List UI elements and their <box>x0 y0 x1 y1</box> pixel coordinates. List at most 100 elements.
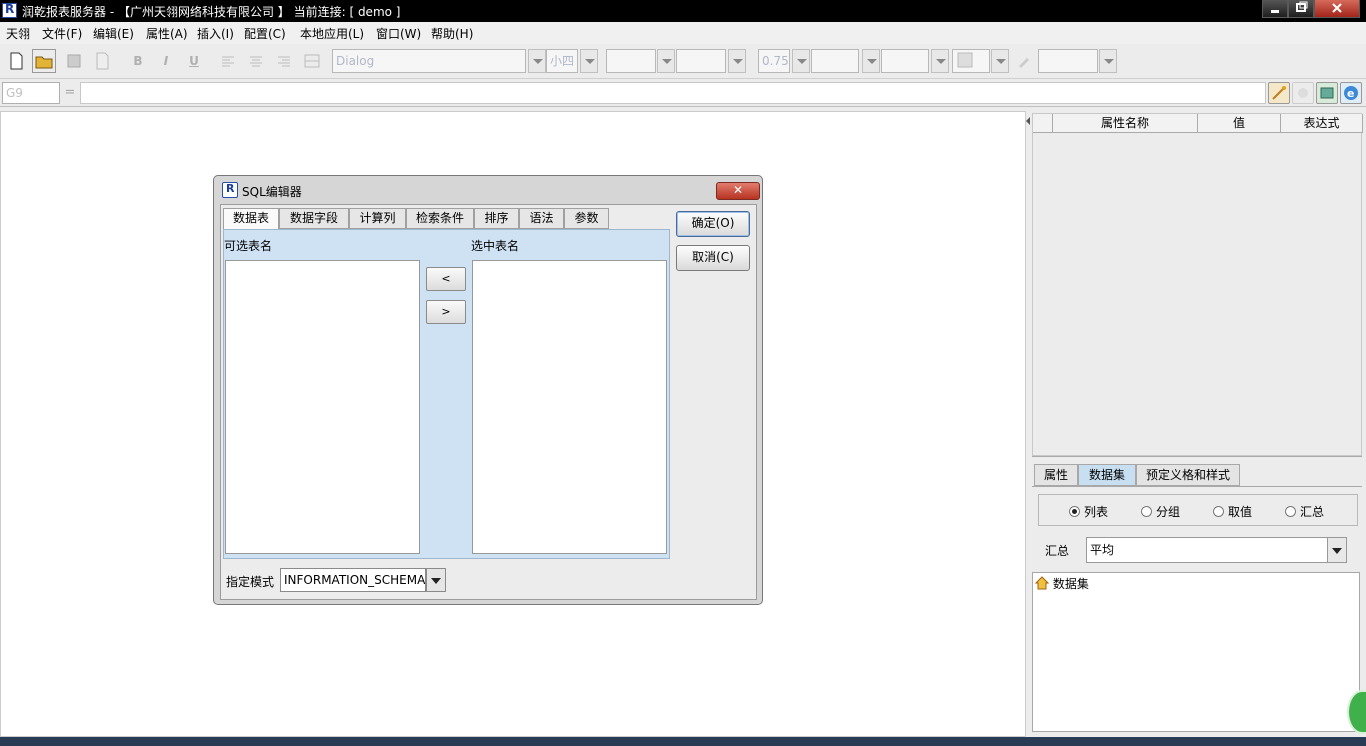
menu-file[interactable]: 文件(F) <box>42 25 82 42</box>
font-color-combo[interactable] <box>606 49 656 73</box>
move-left-button[interactable]: < <box>426 267 466 291</box>
close-button[interactable] <box>1314 0 1360 18</box>
tab-parameters[interactable]: 参数 <box>564 208 609 229</box>
menu-tianling[interactable]: 天翎 <box>6 25 30 42</box>
zoom-dropdown[interactable] <box>1099 49 1117 73</box>
menu-properties[interactable]: 属性(A) <box>146 25 188 42</box>
tools-icon <box>1298 88 1308 98</box>
tab-data-table[interactable]: 数据表 <box>223 208 279 230</box>
move-right-button[interactable]: > <box>426 300 466 324</box>
border-width-dropdown[interactable] <box>792 49 810 73</box>
tab-predefined-styles[interactable]: 预定义格和样式 <box>1136 464 1240 486</box>
align-right-button[interactable] <box>272 49 296 73</box>
menu-local-apps[interactable]: 本地应用(L) <box>300 25 364 42</box>
panel-splitter[interactable] <box>1032 456 1362 462</box>
maximize-button[interactable] <box>1288 0 1314 18</box>
dialog-body: 数据表 数据字段 计算列 检索条件 排序 语法 参数 可选表名 选中表名 < >… <box>220 204 757 600</box>
tab-divider <box>1032 486 1362 487</box>
border-style-combo[interactable] <box>811 49 859 73</box>
tab-search-conditions[interactable]: 检索条件 <box>406 208 474 229</box>
save-button[interactable] <box>62 49 86 73</box>
tab-syntax[interactable]: 语法 <box>519 208 564 229</box>
sql-editor-dialog: R SQL编辑器 ✕ 数据表 数据字段 计算列 检索条件 排序 语法 参数 可选… <box>213 175 763 605</box>
radio-summary[interactable]: 汇总 <box>1285 503 1324 520</box>
radio-dot-icon <box>1141 506 1152 517</box>
radio-list[interactable]: 列表 <box>1069 503 1108 520</box>
zoom-combo[interactable] <box>1038 49 1098 73</box>
bold-button[interactable]: B <box>126 49 150 73</box>
open-folder-icon <box>35 56 53 69</box>
radio-value-label: 取值 <box>1228 505 1253 519</box>
cancel-button[interactable]: 取消(C) <box>676 245 750 271</box>
selected-tables-list[interactable] <box>472 260 667 554</box>
menu-help[interactable]: 帮助(H) <box>431 25 473 42</box>
merge-cells-icon <box>304 54 320 68</box>
col-header-expression[interactable]: 表达式 <box>1281 114 1363 133</box>
back-color-combo[interactable] <box>676 49 726 73</box>
summary-dropdown[interactable] <box>1327 537 1347 563</box>
web-button[interactable]: e <box>1340 82 1362 104</box>
menu-insert[interactable]: 插入(I) <box>197 25 234 42</box>
tools-button[interactable] <box>1292 82 1314 104</box>
menu-config[interactable]: 配置(C) <box>244 25 286 42</box>
tab-properties[interactable]: 属性 <box>1034 464 1078 486</box>
dataset-type-group: 列表 分组 取值 汇总 <box>1038 494 1358 526</box>
schema-combo[interactable]: INFORMATION_SCHEMA <box>280 568 426 592</box>
menu-bar: 天翎 文件(F) 编辑(E) 属性(A) 插入(I) 配置(C) 本地应用(L)… <box>0 22 1366 44</box>
font-size-dropdown[interactable] <box>580 49 598 73</box>
border-style-dropdown[interactable] <box>862 49 880 73</box>
summary-combo[interactable]: 平均 <box>1086 537 1328 563</box>
border-type-combo[interactable] <box>952 49 990 73</box>
formula-equals-button[interactable]: = <box>63 83 77 103</box>
tab-sort[interactable]: 排序 <box>474 208 519 229</box>
minimize-button[interactable] <box>1262 0 1288 18</box>
dataset-tree: 数据集 <box>1032 572 1360 732</box>
dialog-title-bar[interactable]: R SQL编辑器 ✕ <box>220 180 760 202</box>
schema-dropdown[interactable] <box>426 568 446 592</box>
font-name-combo[interactable]: Dialog <box>332 49 526 73</box>
formula-input[interactable] <box>80 82 1266 104</box>
tree-root[interactable]: 数据集 <box>1034 575 1089 592</box>
border-color-combo[interactable] <box>881 49 929 73</box>
back-color-dropdown[interactable] <box>728 49 746 73</box>
italic-button[interactable]: I <box>154 49 178 73</box>
col-header-property-name[interactable]: 属性名称 <box>1053 114 1198 133</box>
wizard-button[interactable] <box>1268 82 1290 104</box>
radio-value[interactable]: 取值 <box>1213 503 1252 520</box>
new-file-button[interactable] <box>4 49 28 73</box>
menu-window[interactable]: 窗口(W) <box>376 25 421 42</box>
underline-button[interactable]: U <box>182 49 206 73</box>
tab-computed-columns[interactable]: 计算列 <box>349 208 406 229</box>
align-left-button[interactable] <box>216 49 240 73</box>
tab-dataset[interactable]: 数据集 <box>1078 464 1136 486</box>
plugin-icon <box>1320 87 1334 99</box>
col-header-value[interactable]: 值 <box>1198 114 1281 133</box>
font-color-dropdown[interactable] <box>657 49 675 73</box>
tab-data-fields[interactable]: 数据字段 <box>279 208 349 229</box>
border-width-combo[interactable]: 0.75 <box>758 49 790 73</box>
dialog-title: SQL编辑器 <box>242 185 302 199</box>
available-tables-list[interactable] <box>225 260 420 554</box>
format-painter-button[interactable] <box>1012 49 1036 73</box>
border-type-dropdown[interactable] <box>991 49 1009 73</box>
home-icon <box>1034 576 1050 590</box>
font-size-combo[interactable]: 小四 <box>546 49 578 73</box>
brush-icon <box>1019 58 1029 68</box>
preview-button[interactable] <box>90 49 114 73</box>
chevron-down-icon <box>1332 548 1342 554</box>
open-file-button[interactable] <box>32 49 56 73</box>
cell-reference-field[interactable]: G9 <box>2 82 60 104</box>
merge-cells-button[interactable] <box>300 49 324 73</box>
dialog-close-button[interactable]: ✕ <box>716 182 760 200</box>
radio-group[interactable]: 分组 <box>1141 503 1180 520</box>
align-center-button[interactable] <box>244 49 268 73</box>
plugin-button[interactable] <box>1316 82 1338 104</box>
ok-button[interactable]: 确定(O) <box>676 211 750 237</box>
menu-edit[interactable]: 编辑(E) <box>93 25 134 42</box>
border-color-dropdown[interactable] <box>931 49 949 73</box>
data-table-panel: 可选表名 选中表名 < > <box>223 229 670 559</box>
close-icon: ✕ <box>732 183 744 197</box>
font-name-dropdown[interactable] <box>528 49 546 73</box>
radio-summary-label: 汇总 <box>1300 505 1325 519</box>
property-panel: 属性名称 值 表达式 属性 数据集 预定义格和样式 列表 分组 取值 汇总 汇总… <box>1030 111 1366 737</box>
